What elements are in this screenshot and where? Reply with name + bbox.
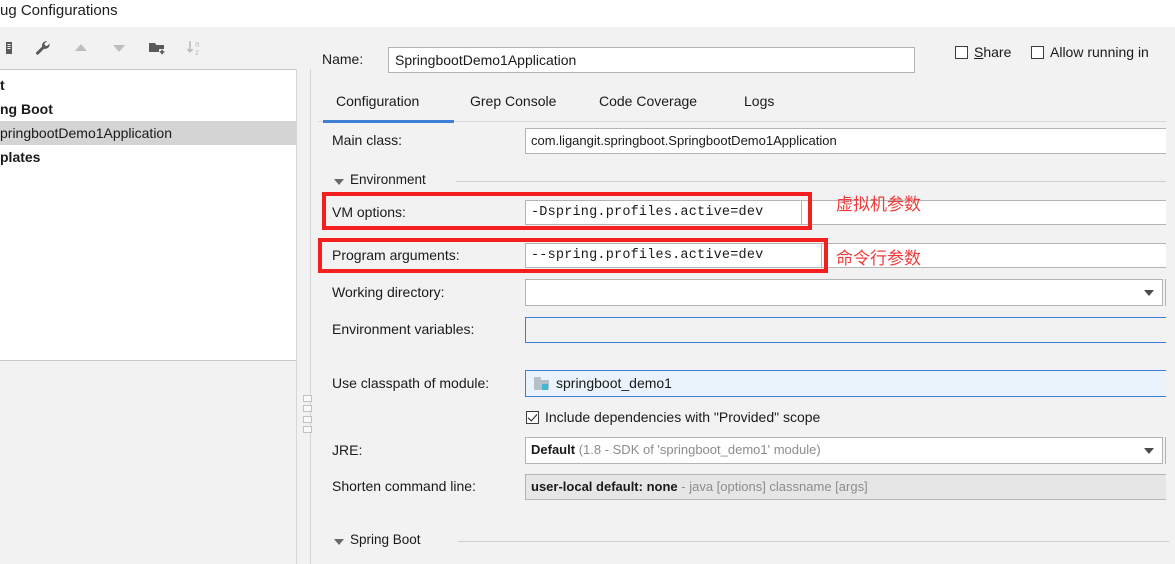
shorten-command-line-combo[interactable]: user-local default: none - java [options… <box>525 474 1175 500</box>
shorten-command-line-hint: - java [options] classname [args] <box>681 479 868 494</box>
jre-hint: (1.8 - SDK of 'springboot_demo1' module) <box>578 442 821 457</box>
copy-configuration-icon[interactable] <box>0 35 18 61</box>
tab-configuration[interactable]: Configuration <box>336 93 419 109</box>
vm-options-input[interactable]: -Dspring.profiles.active=dev <box>525 200 802 225</box>
vm-options-label: VM options: <box>332 204 406 220</box>
spring-boot-section-label: Spring Boot <box>350 532 421 547</box>
include-provided-scope-row[interactable]: Include dependencies with "Provided" sco… <box>526 408 820 425</box>
environment-section-label: Environment <box>350 172 426 187</box>
panel-splitter[interactable] <box>296 69 318 564</box>
dialog-titlebar: ug Configurations <box>0 0 1175 27</box>
tab-grep-console[interactable]: Grep Console <box>470 93 556 109</box>
main-class-input[interactable]: com.ligangit.springboot.SpringbootDemo1A… <box>525 128 1175 154</box>
vm-options-annotation-text: 虚拟机参数 <box>836 195 921 215</box>
move-down-icon[interactable] <box>106 35 132 61</box>
environment-section-header[interactable]: Environment <box>334 172 1169 190</box>
sort-alphabetically-icon[interactable]: a z <box>182 35 208 61</box>
jre-value: Default <box>531 442 576 457</box>
configurations-tree[interactable]: t ng Boot pringbootDemo1Application plat… <box>0 69 304 361</box>
shorten-command-line-label: Shorten command line: <box>332 478 476 494</box>
program-arguments-annotation-text: 命令行参数 <box>836 249 921 269</box>
tab-logs[interactable]: Logs <box>744 93 774 109</box>
program-arguments-input[interactable]: --spring.profiles.active=dev <box>525 243 822 268</box>
configuration-tabs: Configuration Grep Console Code Coverage… <box>318 89 1175 123</box>
use-classpath-of-module-value: springboot_demo1 <box>556 375 672 391</box>
spring-boot-collapse-triangle-icon[interactable] <box>334 539 344 545</box>
allow-parallel-run-checkbox[interactable] <box>1031 45 1044 59</box>
move-up-icon[interactable] <box>68 35 94 61</box>
name-input[interactable]: SpringbootDemo1Application <box>388 47 915 73</box>
environment-variables-input[interactable] <box>525 317 1175 343</box>
module-folder-icon <box>534 377 549 390</box>
share-checkbox[interactable] <box>955 45 968 59</box>
share-checkbox-row[interactable]: Share <box>955 43 1011 60</box>
svg-text:z: z <box>195 48 199 57</box>
collapse-triangle-icon[interactable] <box>334 179 344 185</box>
allow-parallel-run-label: Allow running in <box>1050 44 1149 61</box>
jre-combo[interactable]: Default (1.8 - SDK of 'springboot_demo1'… <box>525 437 1163 464</box>
shorten-command-line-value: user-local default: none <box>531 479 678 494</box>
tree-item-0[interactable]: t <box>0 73 303 97</box>
active-tab-indicator <box>323 120 454 123</box>
working-directory-label: Working directory: <box>332 284 445 300</box>
edit-templates-wrench-icon[interactable] <box>30 35 56 61</box>
form-right-edge <box>1166 110 1175 530</box>
splitter-grip[interactable] <box>303 392 312 436</box>
main-class-label: Main class: <box>332 132 403 148</box>
name-label: Name: <box>322 51 364 67</box>
tree-item-springbootdemo1application[interactable]: pringbootDemo1Application <box>0 121 303 145</box>
allow-parallel-run-checkbox-row[interactable]: Allow running in <box>1031 43 1149 60</box>
use-classpath-of-module-label: Use classpath of module: <box>332 375 490 391</box>
tree-item-spring-boot[interactable]: ng Boot <box>0 97 303 121</box>
include-provided-scope-label: Include dependencies with "Provided" sco… <box>545 409 821 426</box>
working-directory-chevron-down-icon[interactable] <box>1144 290 1154 296</box>
spring-boot-section-header[interactable]: Spring Boot <box>334 532 1169 550</box>
tab-code-coverage[interactable]: Code Coverage <box>599 93 697 109</box>
dialog-title: ug Configurations <box>0 2 118 19</box>
share-label: Share <box>974 44 1012 61</box>
program-arguments-label: Program arguments: <box>332 247 460 263</box>
new-folder-icon[interactable] <box>144 35 170 61</box>
debug-configurations-dialog: ug Configurations a z t ng Boot pringboo… <box>0 0 1175 564</box>
tree-item-templates[interactable]: plates <box>0 145 303 169</box>
include-provided-scope-checkbox[interactable] <box>526 410 539 424</box>
jre-label: JRE: <box>332 442 363 458</box>
configuration-form-pane: Name: SpringbootDemo1Application Share A… <box>318 29 1175 564</box>
working-directory-input[interactable] <box>525 279 1163 306</box>
jre-chevron-down-icon[interactable] <box>1144 448 1154 454</box>
environment-variables-label: Environment variables: <box>332 321 475 337</box>
